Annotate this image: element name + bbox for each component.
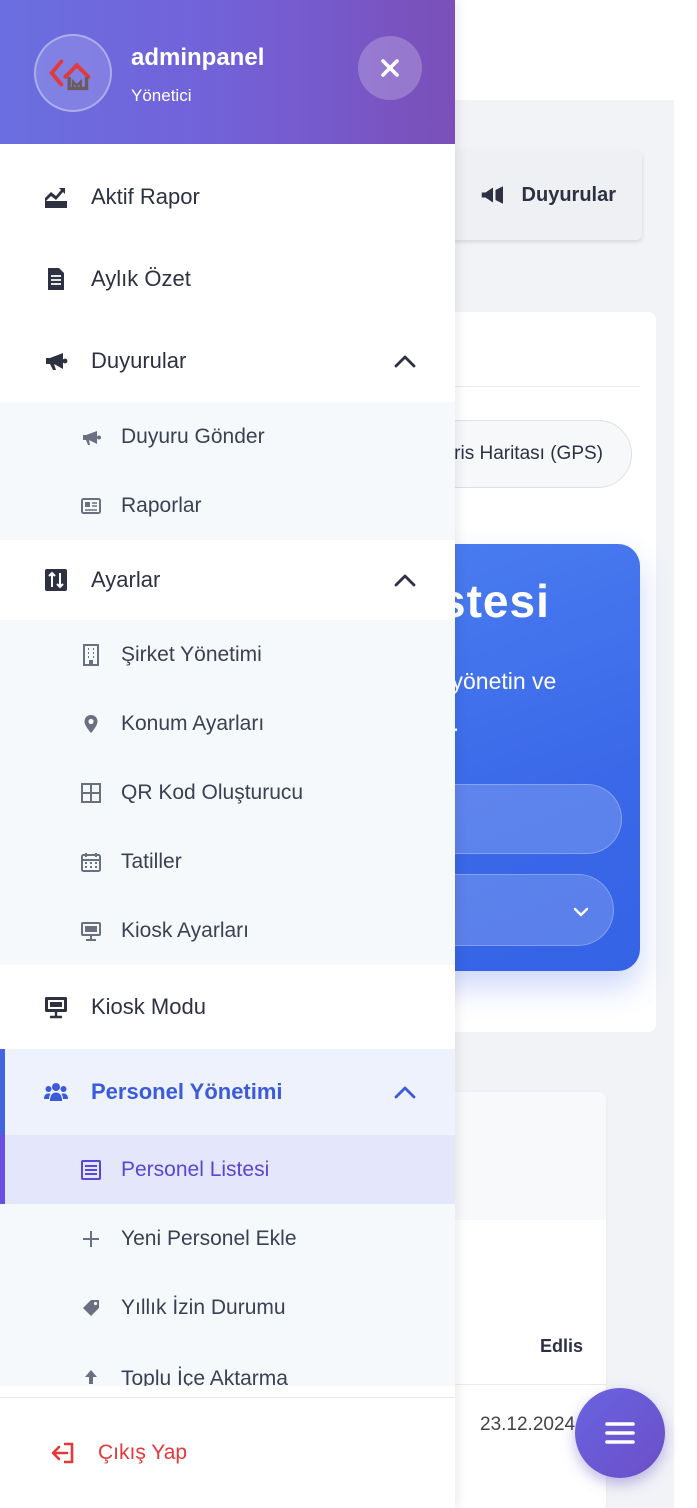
menu-fab-button[interactable] [575, 1388, 665, 1478]
sidebar-subitem-yillik-izin[interactable]: Yıllık İzin Durumu [0, 1273, 455, 1342]
table-column-header: Edlis [540, 1336, 584, 1356]
logout-label: Çıkış Yap [98, 1441, 188, 1464]
plus-icon [78, 1226, 104, 1252]
subitem-label: Yıllık İzin Durumu [121, 1295, 286, 1319]
subitem-label: Konum Ayarları [121, 711, 265, 735]
sidebar-subitem-qr-kod[interactable]: QR Kod Oluşturucu [0, 758, 455, 827]
subitem-label: Yeni Personel Ekle [121, 1226, 297, 1250]
sidebar-item-aktif-rapor[interactable]: Aktif Rapor [0, 156, 455, 238]
sign-out-icon [51, 1442, 74, 1464]
sidebar-subitem-sirket-yonetimi[interactable]: Şirket Yönetimi [0, 620, 455, 689]
sidebar-subitem-toplu-ice-aktarma[interactable]: Toplu İçe Aktarma [0, 1342, 455, 1386]
hero-subtitle: i yönetin ve [440, 668, 557, 694]
table-divider [440, 1384, 606, 1385]
logo-icon [49, 59, 91, 91]
sidebar-item-label: Duyurular [91, 348, 187, 373]
submenu-duyurular: Duyuru Gönder Raporlar [0, 402, 455, 540]
document-icon [42, 265, 70, 293]
brand-logo [34, 34, 112, 112]
sidebar-item-ayarlar[interactable]: Ayarlar [0, 540, 455, 620]
close-icon [381, 59, 399, 77]
chevron-down-icon [573, 907, 589, 917]
upload-icon [78, 1366, 104, 1386]
subitem-label: Toplu İçe Aktarma [121, 1367, 288, 1386]
divider [440, 386, 640, 387]
subitem-label: QR Kod Oluşturucu [121, 780, 304, 804]
sidebar-item-kiosk-modu[interactable]: Kiosk Modu [0, 965, 455, 1049]
calendar-icon [78, 849, 104, 875]
sidebar-subitem-kiosk-ayarlari[interactable]: Kiosk Ayarları [0, 896, 455, 965]
subitem-label: Duyuru Gönder [121, 424, 265, 448]
sidebar-item-label: Aylık Özet [91, 266, 191, 291]
megaphone-icon [42, 347, 70, 375]
users-icon [42, 1078, 70, 1106]
sidebar-item-duyurular[interactable]: Duyurular [0, 320, 455, 402]
building-icon [78, 642, 104, 668]
logout-button[interactable]: Çıkış Yap [0, 1397, 455, 1508]
bullhorn-icon [78, 424, 104, 450]
sidebar-subitem-personel-listesi[interactable]: Personel Listesi [0, 1135, 455, 1204]
sliders-icon [42, 566, 70, 594]
close-drawer-button[interactable] [358, 36, 422, 100]
sidebar-item-label: Ayarlar [91, 567, 161, 592]
sidebar-drawer: adminpanel Yönetici Aktif Rapor Aylık Öz… [0, 0, 455, 1508]
sidebar-subitem-yeni-personel[interactable]: Yeni Personel Ekle [0, 1204, 455, 1273]
monitor-icon [42, 993, 70, 1021]
tab-gps-map-label: ris Haritası (GPS) [454, 443, 603, 464]
sidebar-item-aylik-ozet[interactable]: Aylık Özet [0, 238, 455, 320]
announcements-button[interactable]: Duyurular [440, 150, 642, 240]
sidebar-item-label: Aktif Rapor [91, 184, 200, 209]
user-role: Yönetici [131, 86, 192, 105]
drawer-header: adminpanel Yönetici [0, 0, 455, 144]
chevron-up-icon [394, 355, 416, 368]
newspaper-icon [78, 493, 104, 519]
map-pin-icon [78, 711, 104, 737]
chevron-up-icon [394, 574, 416, 587]
sidebar-item-personel-yonetimi[interactable]: Personel Yönetimi [0, 1049, 455, 1135]
brand-title: adminpanel [131, 44, 265, 71]
sidebar-subitem-duyuru-gonder[interactable]: Duyuru Gönder [0, 402, 455, 471]
sidebar-item-label: Personel Yönetimi [91, 1079, 283, 1104]
megaphone-icon [481, 186, 503, 204]
subitem-label: Şirket Yönetimi [121, 642, 262, 666]
subitem-label: Personel Listesi [121, 1157, 270, 1181]
table-cell-date: 23.12.2024 [480, 1414, 576, 1435]
sidebar-menu: Aktif Rapor Aylık Özet Duyurular Duyuru … [0, 156, 455, 1386]
subitem-label: Tatiller [121, 849, 182, 873]
hero-title: stesi [440, 575, 550, 627]
hamburger-icon [605, 1422, 635, 1444]
tag-icon [78, 1295, 104, 1321]
subitem-label: Raporlar [121, 493, 202, 517]
chart-area-icon [42, 183, 70, 211]
sidebar-subitem-raporlar[interactable]: Raporlar [0, 471, 455, 540]
submenu-personel: Personel Listesi Yeni Personel Ekle Yıll… [0, 1135, 455, 1386]
list-icon [78, 1157, 104, 1183]
desktop-icon [78, 918, 104, 944]
sidebar-subitem-konum-ayarlari[interactable]: Konum Ayarları [0, 689, 455, 758]
sidebar-subitem-tatiller[interactable]: Tatiller [0, 827, 455, 896]
submenu-ayarlar: Şirket Yönetimi Konum Ayarları QR Kod Ol… [0, 620, 455, 965]
subitem-label: Kiosk Ayarları [121, 918, 249, 942]
grid-icon [78, 780, 104, 806]
table-toolbar [440, 1092, 606, 1220]
sidebar-item-label: Kiosk Modu [91, 994, 206, 1019]
chevron-up-icon [394, 1086, 416, 1099]
announcements-button-label: Duyurular [521, 183, 616, 206]
